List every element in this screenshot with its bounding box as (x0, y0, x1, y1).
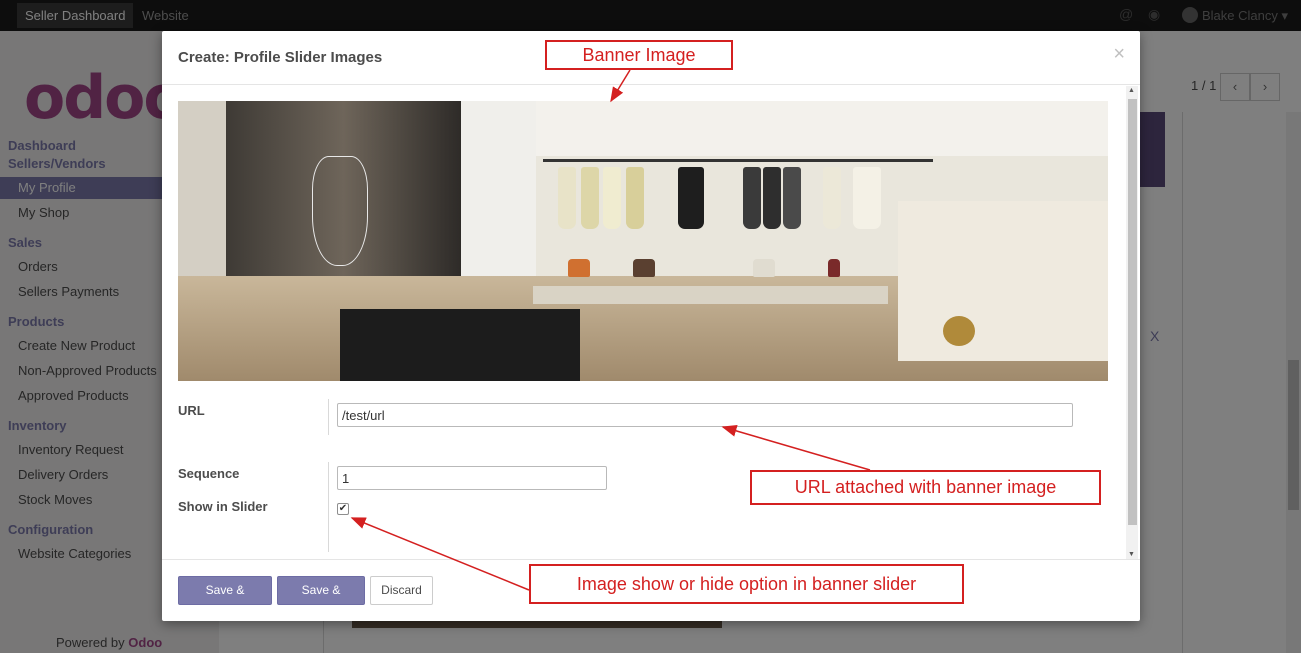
banner-image[interactable] (178, 101, 1108, 381)
close-icon[interactable]: × (1113, 43, 1125, 66)
show-in-slider-checkbox[interactable]: ✔ (337, 503, 349, 515)
discard-button[interactable]: Discard (370, 576, 433, 605)
url-input[interactable] (337, 403, 1073, 427)
sequence-label: Sequence (178, 466, 240, 481)
create-profile-slider-dialog: Create: Profile Slider Images × URL /tes… (162, 31, 1140, 624)
save-new-button[interactable]: Save & New (277, 576, 365, 624)
sequence-input[interactable] (337, 466, 607, 490)
scroll-up-icon[interactable]: ▲ (1128, 87, 1135, 94)
field-divider (328, 399, 329, 435)
url-label: URL (178, 403, 205, 418)
annotation-banner-image: Banner Image (545, 40, 733, 70)
show-in-slider-label: Show in Slider (178, 499, 268, 514)
field-divider (328, 462, 329, 552)
scroll-down-icon[interactable]: ▼ (1128, 551, 1135, 558)
annotation-slider-option: Image show or hide option in banner slid… (529, 564, 964, 604)
modal-scrollbar[interactable]: ▲ ▼ (1126, 86, 1138, 559)
modal-title: Create: Profile Slider Images (178, 49, 383, 66)
annotation-url: URL attached with banner image (750, 470, 1101, 505)
save-close-button[interactable]: Save & Close (178, 576, 272, 624)
